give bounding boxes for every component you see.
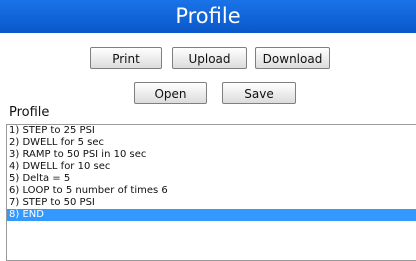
page-title: Profile: [0, 0, 416, 33]
open-button[interactable]: Open: [134, 82, 207, 104]
list-item-selected[interactable]: 8) END: [7, 209, 416, 221]
save-button[interactable]: Save: [222, 82, 296, 104]
list-item[interactable]: 2) DWELL for 5 sec: [7, 137, 416, 149]
profile-steps-list[interactable]: 1) STEP to 25 PSI 2) DWELL for 5 sec 3) …: [6, 124, 416, 261]
list-item[interactable]: 4) DWELL for 10 sec: [7, 161, 416, 173]
upload-button[interactable]: Upload: [172, 47, 247, 69]
print-button[interactable]: Print: [90, 47, 162, 69]
list-item[interactable]: 7) STEP to 50 PSI: [7, 197, 416, 209]
list-item[interactable]: 6) LOOP to 5 number of times 6: [7, 185, 416, 197]
profile-window: Profile Print Upload Download Open Save …: [0, 0, 416, 261]
list-item[interactable]: 1) STEP to 25 PSI: [7, 125, 416, 137]
list-item[interactable]: 3) RAMP to 50 PSI in 10 sec: [7, 149, 416, 161]
profile-list-label: Profile: [9, 105, 50, 120]
list-item[interactable]: 5) Delta = 5: [7, 173, 416, 185]
download-button[interactable]: Download: [255, 47, 330, 69]
